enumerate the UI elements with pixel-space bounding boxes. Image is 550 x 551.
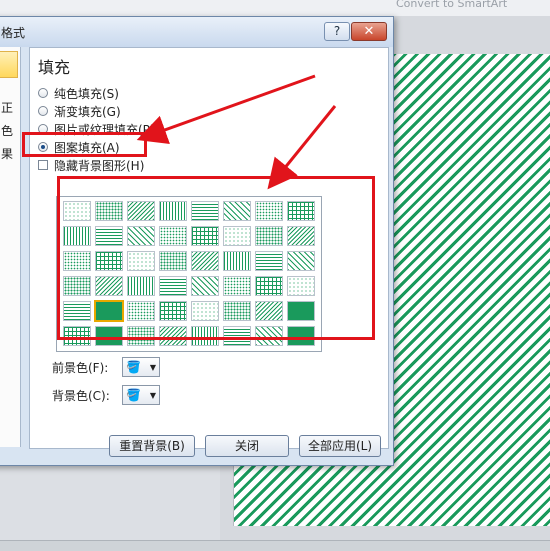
option-label: 纯色填充(S) <box>54 86 119 101</box>
dialog-titlebar[interactable]: 格式 ? ✕ <box>0 17 393 47</box>
chevron-down-icon: ▼ <box>149 390 156 400</box>
status-bar <box>0 540 550 551</box>
option-label: 渐变填充(G) <box>54 104 121 119</box>
category-panel: 正 色 果 <box>0 47 21 447</box>
background-color-row: 背景色(C): 🪣 ▼ <box>52 384 160 406</box>
checkbox-icon[interactable] <box>38 160 48 170</box>
category-item-0[interactable]: 正 <box>1 99 13 116</box>
background-label: 背景色(C): <box>52 388 110 403</box>
checkbox-label: 隐藏背景图形(H) <box>54 158 145 173</box>
gradient-fill-option[interactable]: 渐变填充(G) <box>38 103 121 119</box>
category-selected[interactable] <box>0 51 18 78</box>
foreground-color-picker[interactable]: 🪣 ▼ <box>122 357 160 377</box>
pattern-gallery-highlight <box>57 176 375 340</box>
paint-bucket-icon: 🪣 <box>126 388 141 402</box>
category-item-2[interactable]: 果 <box>1 145 13 162</box>
category-item-1[interactable]: 色 <box>1 122 13 139</box>
dialog-title: 格式 <box>1 26 26 40</box>
close-icon[interactable]: ✕ <box>351 22 387 41</box>
convert-smartart-label[interactable]: Convert to SmartArt <box>396 0 507 10</box>
section-title: 填充 <box>38 58 71 77</box>
pattern-fill-highlight <box>22 132 147 157</box>
help-button[interactable]: ? <box>324 22 350 41</box>
paint-bucket-icon: 🪣 <box>126 360 141 374</box>
app-top-strip: Convert to SmartArt ⌟ <box>0 0 550 24</box>
close-button[interactable]: 关闭 <box>205 435 289 457</box>
radio-icon[interactable] <box>38 106 48 116</box>
background-color-picker[interactable]: 🪣 ▼ <box>122 385 160 405</box>
foreground-color-row: 前景色(F): 🪣 ▼ <box>52 356 160 378</box>
apply-all-button[interactable]: 全部应用(L) <box>299 435 381 457</box>
hide-background-graphics[interactable]: 隐藏背景图形(H) <box>38 157 144 173</box>
chevron-down-icon: ▼ <box>149 362 156 372</box>
radio-icon[interactable] <box>38 88 48 98</box>
foreground-label: 前景色(F): <box>52 360 109 375</box>
reset-background-button[interactable]: 重置背景(B) <box>109 435 195 457</box>
solid-fill-option[interactable]: 纯色填充(S) <box>38 85 119 101</box>
